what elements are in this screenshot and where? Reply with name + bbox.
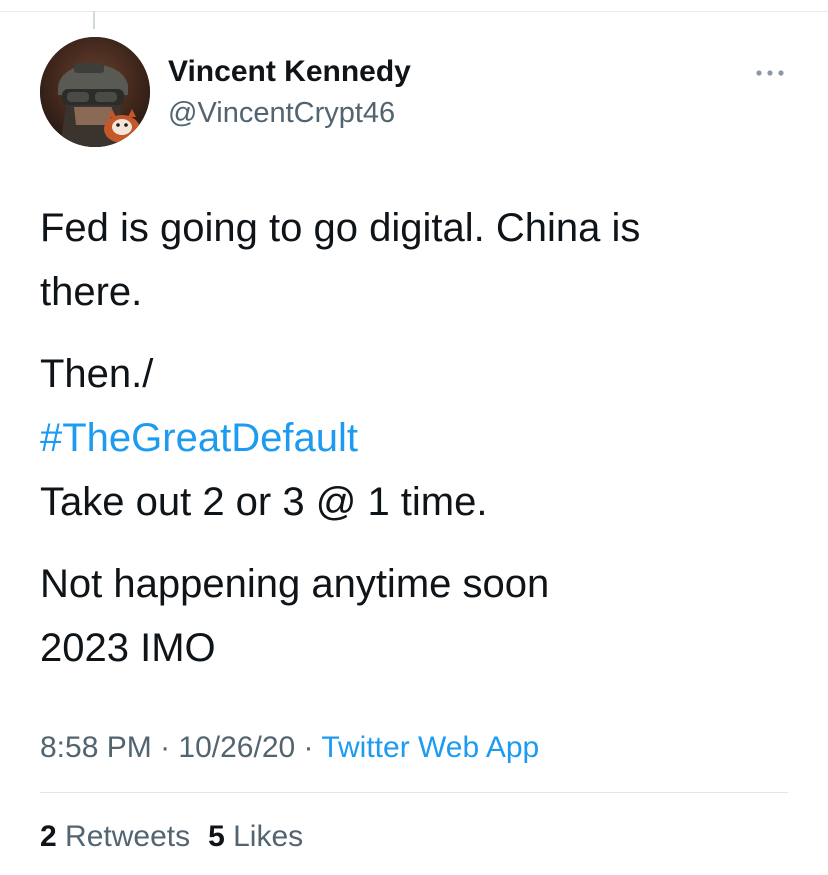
likes-stat[interactable]: 5 Likes <box>208 820 303 853</box>
tweet-date[interactable]: 10/26/20 <box>178 731 295 764</box>
stats-divider <box>40 792 788 793</box>
retweets-count: 2 <box>40 820 57 853</box>
tweet-line: Fed is going to go digital. China is <box>40 206 641 250</box>
thread-connector-line <box>93 11 95 29</box>
soldier-with-red-panda-avatar-icon <box>40 37 150 147</box>
tweet-paragraph: Not happening anytime soon 2023 IMO <box>40 552 780 680</box>
hashtag-link[interactable]: #TheGreatDefault <box>40 406 780 470</box>
tweet-line: 2023 IMO <box>40 626 216 670</box>
tweet-metadata: 8:58 PM · 10/26/20 · Twitter Web App <box>40 728 539 768</box>
tweet-time[interactable]: 8:58 PM <box>40 731 152 764</box>
engagement-stats: 2 Retweets 5 Likes <box>40 817 303 857</box>
tweet-line: Not happening anytime soon <box>40 562 550 606</box>
tweet-text: Fed is going to go digital. China is the… <box>40 196 780 698</box>
more-options-button[interactable] <box>745 58 795 88</box>
avatar[interactable] <box>40 37 150 147</box>
tweet-line: Take out 2 or 3 @ 1 time. <box>40 480 488 524</box>
meta-separator: · <box>160 731 171 764</box>
tweet-line: there. <box>40 270 143 314</box>
author-handle[interactable]: @VincentCrypt46 <box>168 96 395 130</box>
tweet-paragraph: Fed is going to go digital. China is the… <box>40 196 780 324</box>
top-divider <box>0 11 828 12</box>
likes-label: Likes <box>233 820 304 853</box>
author-display-name[interactable]: Vincent Kennedy <box>168 55 411 89</box>
tweet-line: Then./ <box>40 352 154 396</box>
retweets-stat[interactable]: 2 Retweets <box>40 820 190 853</box>
tweet-source-link[interactable]: Twitter Web App <box>321 731 539 764</box>
retweets-label: Retweets <box>65 820 191 853</box>
tweet-paragraph: Then./ #TheGreatDefault Take out 2 or 3 … <box>40 342 780 534</box>
meta-separator: · <box>303 731 314 764</box>
more-horizontal-icon <box>756 70 784 76</box>
likes-count: 5 <box>208 820 225 853</box>
